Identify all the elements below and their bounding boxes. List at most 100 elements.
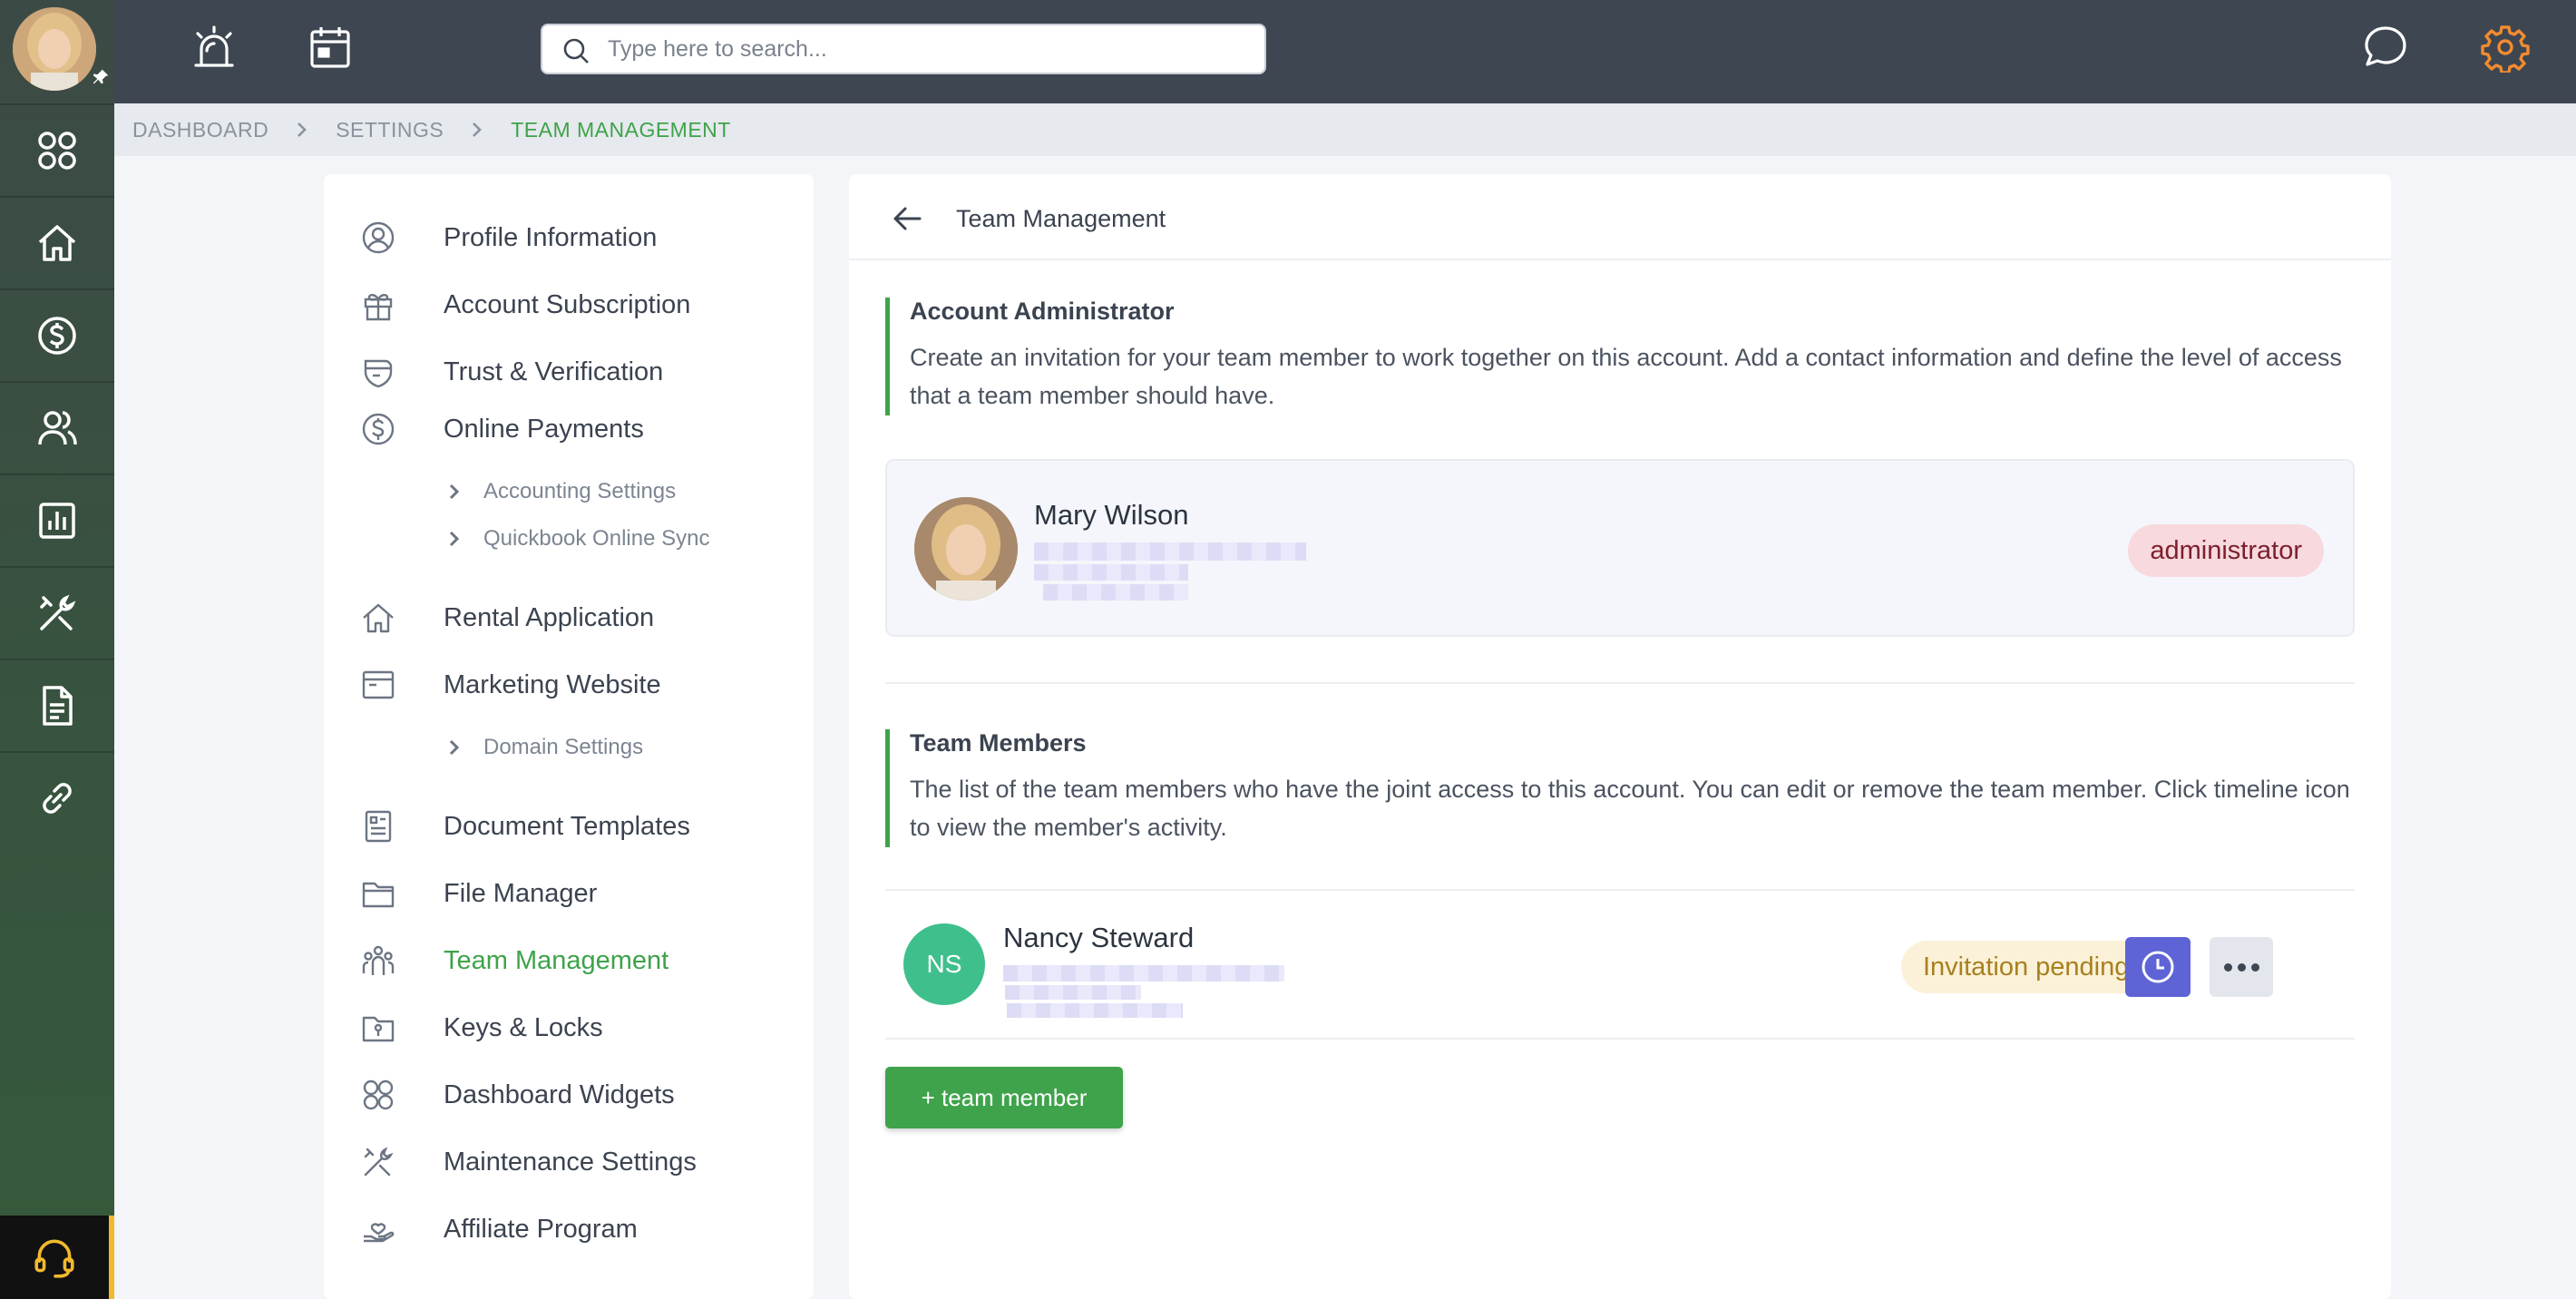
rail-links[interactable] [0, 751, 114, 844]
dollar-circle-icon [362, 413, 395, 445]
search-box[interactable] [541, 24, 1266, 74]
browser-window-icon [362, 670, 395, 699]
nav-account-subscription[interactable]: Account Subscription [360, 282, 690, 327]
page-title: Team Management [956, 205, 1166, 232]
breadcrumb: DASHBOARD SETTINGS TEAM MANAGEMENT [114, 103, 2576, 156]
folder-icon [362, 882, 395, 908]
gift-icon [364, 294, 393, 321]
rail-properties[interactable] [0, 196, 114, 288]
members-section: Team Members The list of the team member… [885, 729, 2355, 847]
hand-heart-icon [364, 1223, 395, 1243]
admin-section-description: Create an invitation for your team membe… [910, 344, 2342, 409]
admin-name: Mary Wilson [1034, 499, 1189, 531]
settings-nav: Profile Information Account Subscription… [324, 174, 814, 1299]
search-icon [563, 38, 589, 63]
more-actions-button[interactable] [2210, 937, 2273, 997]
user-avatar[interactable] [13, 7, 96, 91]
rail-support[interactable] [0, 1216, 114, 1299]
admin-section: Account Administrator Create an invitati… [885, 298, 2355, 415]
members-section-description: The list of the team members who have th… [910, 776, 2350, 841]
admin-section-heading: Account Administrator [910, 298, 1175, 325]
nav-domain-settings[interactable]: Domain Settings [445, 729, 643, 766]
rail-documents[interactable] [0, 659, 114, 751]
row-divider-bottom [885, 1038, 2355, 1040]
redacted-detail [1007, 1003, 1183, 1018]
breadcrumb-settings[interactable]: SETTINGS [336, 118, 444, 142]
table-row: NS Nancy Steward Invitation pending [885, 891, 2355, 1038]
dashboard-grid-icon [38, 132, 76, 170]
admin-card: Mary Wilson administrator [885, 459, 2355, 637]
tools-icon [364, 1147, 394, 1177]
tools-icon [40, 594, 76, 630]
user-circle-icon [362, 221, 395, 254]
nav-profile-information[interactable]: Profile Information [360, 215, 657, 260]
rail-payments[interactable] [0, 288, 114, 381]
chat-icon[interactable] [2360, 22, 2411, 73]
search-input[interactable] [608, 35, 1264, 63]
redacted-email [1003, 965, 1284, 982]
team-management-panel: Team Management Account Administrator Cr… [849, 174, 2391, 1299]
document-list-icon [365, 810, 392, 843]
redacted-phone [1005, 985, 1141, 1000]
rail-maintenance[interactable] [0, 566, 114, 659]
breadcrumb-dashboard[interactable]: DASHBOARD [132, 118, 268, 142]
home-icon [363, 603, 394, 633]
add-team-member-button[interactable]: + team member [885, 1067, 1123, 1128]
nav-affiliate-program[interactable]: Affiliate Program [360, 1206, 638, 1252]
rail-reports[interactable] [0, 474, 114, 566]
redacted-email [1034, 542, 1306, 561]
calendar-icon[interactable] [305, 22, 356, 73]
chevron-right-icon [449, 483, 460, 500]
headset-icon [34, 1239, 74, 1278]
members-section-heading: Team Members [910, 729, 1087, 757]
team-icon [362, 945, 395, 975]
nav-dashboard-widgets[interactable]: Dashboard Widgets [360, 1072, 675, 1118]
key-folder-icon [362, 1016, 395, 1042]
people-icon [38, 411, 77, 445]
chevron-right-icon [449, 531, 460, 547]
nav-document-templates[interactable]: Document Templates [360, 804, 690, 849]
back-arrow-icon[interactable] [891, 201, 925, 236]
timeline-button[interactable] [2125, 937, 2191, 997]
role-badge: administrator [2128, 524, 2324, 577]
settings-gear-icon[interactable] [2480, 22, 2531, 73]
member-name: Nancy Steward [1003, 922, 1195, 953]
more-dot [2250, 962, 2259, 972]
link-icon [43, 783, 72, 814]
nav-team-management[interactable]: Team Management [360, 938, 668, 983]
home-icon [38, 225, 76, 261]
nav-quickbook-online-sync[interactable]: Quickbook Online Sync [445, 521, 709, 557]
dollar-circle-icon [38, 317, 76, 355]
pin-icon[interactable] [91, 67, 111, 87]
document-icon [43, 686, 73, 726]
alarm-icon[interactable] [189, 22, 239, 73]
breadcrumb-team-management: TEAM MANAGEMENT [511, 117, 731, 142]
nav-accounting-settings[interactable]: Accounting Settings [445, 474, 676, 510]
chevron-right-icon [449, 739, 460, 756]
nav-rental-application[interactable]: Rental Application [360, 595, 654, 640]
rail-dashboard[interactable] [0, 103, 114, 196]
clock-icon [2142, 951, 2174, 983]
nav-online-payments[interactable]: Online Payments [360, 406, 644, 452]
nav-maintenance-settings[interactable]: Maintenance Settings [360, 1139, 697, 1185]
nav-marketing-website[interactable]: Marketing Website [360, 662, 661, 708]
nav-keys-locks[interactable]: Keys & Locks [360, 1005, 603, 1050]
app-rail [0, 0, 114, 1299]
panel-header: Team Management [849, 174, 2391, 260]
chevron-right-icon [473, 122, 483, 137]
bar-chart-icon [39, 503, 75, 539]
section-divider [885, 682, 2355, 684]
chevron-right-icon [298, 122, 307, 137]
top-bar [114, 0, 2576, 103]
nav-trust-verification[interactable]: Trust & Verification [360, 349, 663, 395]
status-badge: Invitation pending [1901, 941, 2152, 993]
member-initials-avatar: NS [903, 923, 985, 1005]
more-dot [2237, 962, 2246, 972]
redacted-phone [1034, 564, 1188, 581]
avatar [914, 497, 1018, 601]
redacted-detail [1043, 584, 1188, 601]
shield-card-icon [364, 359, 393, 388]
more-dot [2223, 962, 2232, 972]
nav-file-manager[interactable]: File Manager [360, 871, 597, 916]
rail-people[interactable] [0, 381, 114, 474]
